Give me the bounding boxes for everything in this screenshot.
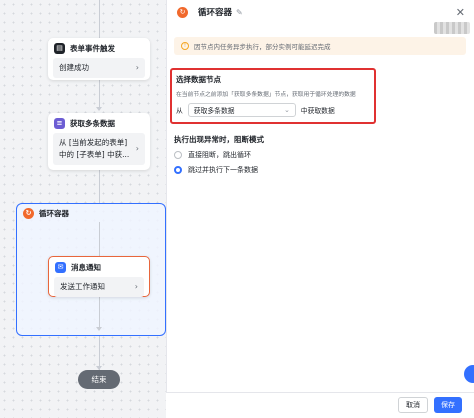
fetch-data-node[interactable]: ≡ 获取多条数据 从 [当前发起的表单] 中的 [子表单] 中获... › [48, 113, 150, 170]
message-icon: ✉ [55, 261, 66, 273]
connector-line [99, 222, 100, 256]
warning-icon: ! [181, 42, 189, 50]
section-description: 在当前节点之前添加「获取多条数据」节点，获取用于循环处理的数据 [176, 92, 356, 98]
panel-title: 循环容器 [198, 8, 233, 18]
end-node[interactable]: 结束 [78, 370, 120, 389]
chevron-right-icon: › [135, 144, 139, 153]
chevron-right-icon: › [134, 282, 138, 291]
edit-icon[interactable]: ✎ [236, 8, 243, 17]
fetch-node-body-line1: 从 [当前发起的表单] [59, 138, 128, 147]
flow-canvas[interactable]: ▤ 表单事件触发 创建成功 › ≡ 获取多条数据 从 [当前发起的表单] 中的 … [0, 0, 166, 418]
connector-arrow [96, 327, 102, 331]
chevron-right-icon: › [135, 63, 139, 72]
select-suffix: 中获取数据 [300, 107, 335, 115]
connector-line [99, 297, 100, 330]
fetch-node-body-line2: 中的 [子表单] 中获... [59, 150, 130, 159]
trigger-node[interactable]: ▤ 表单事件触发 创建成功 › [48, 38, 150, 80]
radio-button[interactable] [174, 151, 182, 159]
radio-label: 跳过并执行下一条数据 [188, 166, 258, 174]
radio-option-block[interactable]: 直接阻断，跳出循环 [174, 150, 374, 160]
select-value: 获取多条数据 [193, 107, 235, 115]
config-panel: ↻ 循环容器 ✎ ✕ [166, 0, 474, 418]
chevron-down-icon: ⌄ [284, 106, 290, 114]
loop-icon: ↻ [177, 6, 188, 18]
connector-line [99, 336, 100, 370]
warning-notice: ! 因节点内任务异步执行，部分实例可能延迟完成 [174, 37, 466, 55]
fetch-node-title: 获取多条数据 [70, 118, 115, 128]
save-button[interactable]: 保存 [434, 397, 462, 413]
radio-button-selected[interactable] [174, 166, 182, 174]
end-label: 结束 [91, 375, 107, 384]
panel-header: ↻ 循环容器 ✎ [167, 0, 474, 24]
panel-footer: 取消 保存 [166, 392, 474, 418]
select-data-node-section: 选择数据节点 在当前节点之前添加「获取多条数据」节点，获取用于循环处理的数据 从… [170, 68, 376, 124]
data-node-select[interactable]: 获取多条数据 ⌄ [187, 103, 296, 117]
form-icon: ▤ [54, 42, 65, 54]
cancel-button[interactable]: 取消 [398, 397, 428, 413]
connector-line [99, 80, 100, 110]
notify-node-body: 发送工作通知 [60, 282, 105, 291]
section-title: 执行出现异常时，阻断模式 [174, 135, 264, 144]
section-title: 选择数据节点 [176, 75, 221, 84]
notice-text: 因节点内任务异步执行，部分实例可能延迟完成 [194, 43, 331, 51]
trigger-node-title: 表单事件触发 [70, 43, 115, 53]
notify-node-title: 消息通知 [71, 262, 101, 272]
error-mode-section: 执行出现异常时，阻断模式 直接阻断，跳出循环 跳过并执行下一条数据 [174, 134, 374, 175]
trigger-node-body: 创建成功 [59, 63, 89, 72]
data-icon: ≡ [54, 117, 65, 129]
select-prefix: 从 [176, 107, 183, 115]
radio-option-skip[interactable]: 跳过并执行下一条数据 [174, 165, 374, 175]
close-icon[interactable]: ✕ [456, 6, 465, 19]
connector-line [99, 0, 100, 38]
radio-label: 直接阻断，跳出循环 [188, 151, 251, 159]
redacted-area [434, 22, 470, 34]
connector-line [99, 170, 100, 203]
notify-node[interactable]: ✉ 消息通知 发送工作通知 › [48, 256, 150, 297]
loop-icon: ↻ [23, 207, 34, 219]
connector-arrow [96, 107, 102, 111]
loop-node-title: 循环容器 [39, 208, 69, 218]
